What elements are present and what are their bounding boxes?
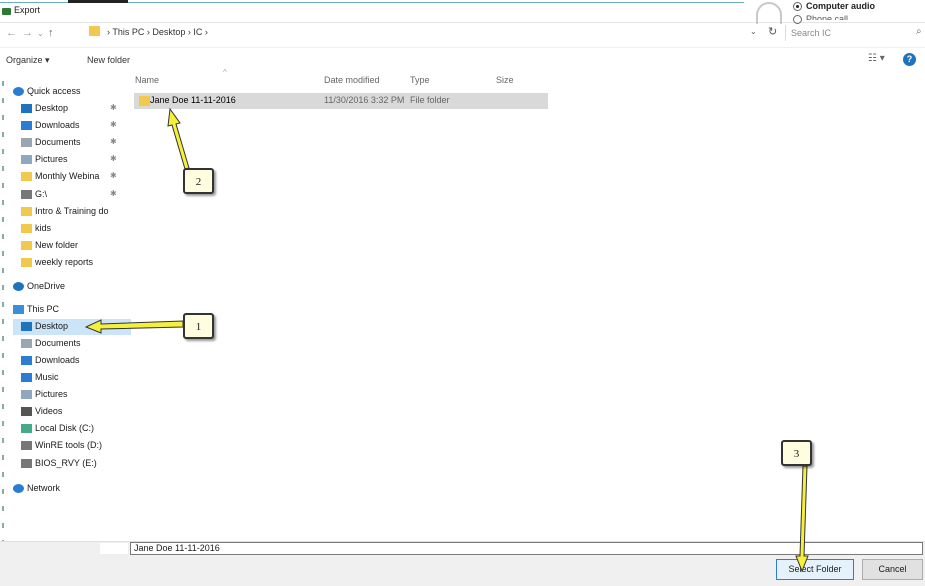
annotation-arrow-1: [84, 319, 184, 334]
annotation-callout-1: 1: [183, 313, 214, 339]
annotation-callout-3: 3: [781, 440, 812, 466]
annotation-callout-2: 2: [183, 168, 214, 194]
annotation-arrow-2: [167, 107, 190, 170]
annotation-arrow-3: [795, 465, 809, 573]
annotation-arrows: [84, 107, 809, 573]
